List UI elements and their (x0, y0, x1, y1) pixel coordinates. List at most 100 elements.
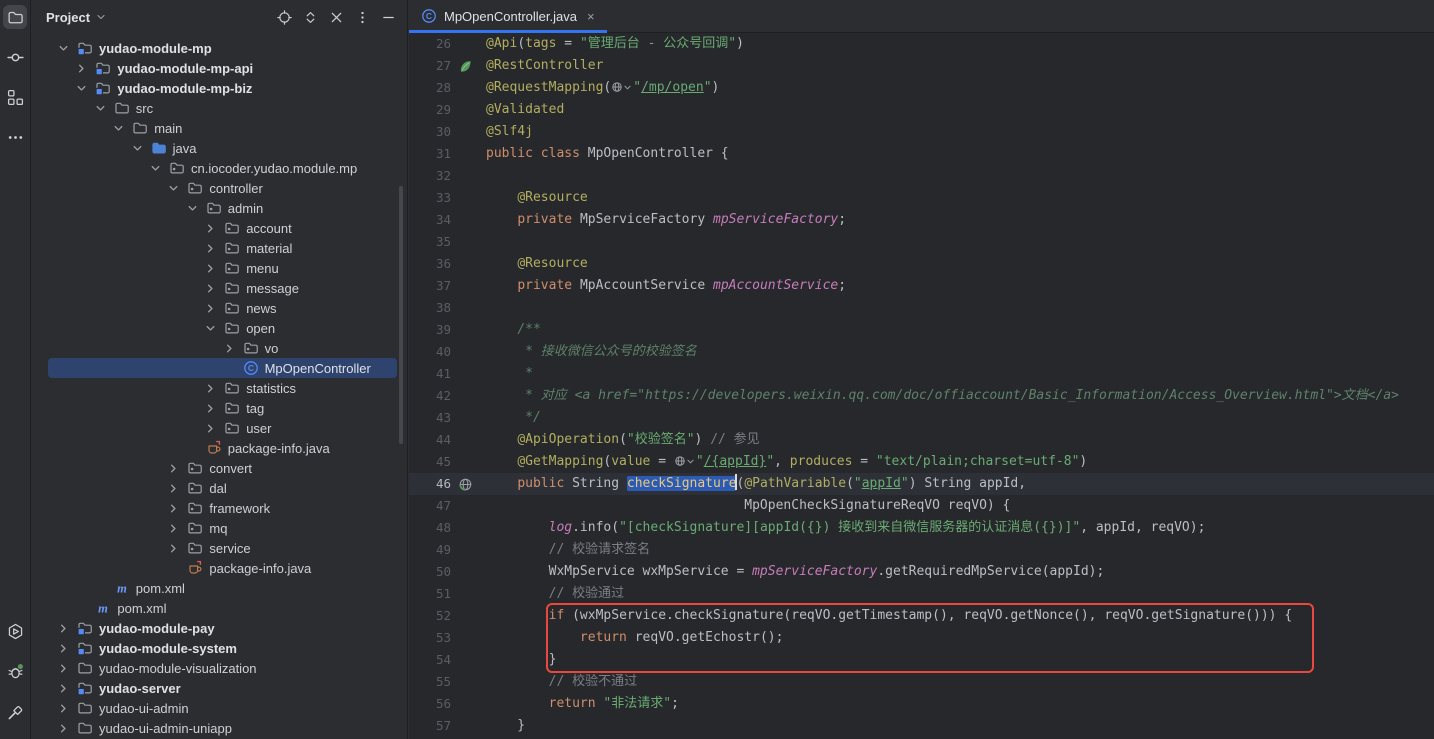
tree-item-controller[interactable]: controller (31, 178, 407, 198)
chevron-down-icon[interactable] (73, 80, 90, 96)
code-line-49[interactable]: 49 // 校验请求签名 (409, 539, 1434, 561)
minimize-icon[interactable] (377, 6, 399, 28)
code-line-51[interactable]: 51 // 校验通过 (409, 583, 1434, 605)
code-line-55[interactable]: 55 // 校验不通过 (409, 671, 1434, 693)
tree-item-news[interactable]: news (31, 298, 407, 318)
code-line-44[interactable]: 44 @ApiOperation("校验签名") // 参见 (409, 429, 1434, 451)
activity-more-tool-windows-button[interactable] (3, 125, 27, 149)
tree-item-convert[interactable]: convert (31, 458, 407, 478)
code-line-56[interactable]: 56 return "非法请求"; (409, 693, 1434, 715)
code-line-47[interactable]: 47 MpOpenCheckSignatureReqVO reqVO) { (409, 495, 1434, 517)
target-icon[interactable] (273, 6, 295, 28)
tree-item-yudao-module-mp[interactable]: yudao-module-mp (31, 38, 407, 58)
chevron-right-icon[interactable] (202, 400, 219, 416)
tree-item-statistics[interactable]: statistics (31, 378, 407, 398)
tree-scrollbar[interactable] (399, 186, 403, 444)
code-line-29[interactable]: 29@Validated (409, 99, 1434, 121)
gutter[interactable]: 28 (409, 77, 479, 99)
tree-item-yudao-module-mp-api[interactable]: yudao-module-mp-api (31, 58, 407, 78)
gutter[interactable]: 50 (409, 561, 479, 583)
code-line-53[interactable]: 53 return reqVO.getEchostr(); (409, 627, 1434, 649)
gutter[interactable]: 38 (409, 297, 479, 319)
code-line-36[interactable]: 36 @Resource (409, 253, 1434, 275)
chevron-right-icon[interactable] (55, 700, 72, 716)
chevron-right-icon[interactable] (165, 520, 182, 536)
code-line-34[interactable]: 34 private MpServiceFactory mpServiceFac… (409, 209, 1434, 231)
tree-item-pom-xml[interactable]: mpom.xml (31, 578, 407, 598)
kebab-icon[interactable] (351, 6, 373, 28)
tree-item-yudao-module-pay[interactable]: yudao-module-pay (31, 618, 407, 638)
activity-structure-button[interactable] (3, 85, 27, 109)
chevron-down-icon[interactable] (165, 180, 182, 196)
chevron-right-icon[interactable] (202, 280, 219, 296)
gutter[interactable]: 43 (409, 407, 479, 429)
gutter[interactable]: 54 (409, 649, 479, 671)
tree-item-yudao-module-visualization[interactable]: yudao-module-visualization (31, 658, 407, 678)
chevron-right-icon[interactable] (202, 260, 219, 276)
tree-item-package-info-java[interactable]: package-info.java (31, 558, 407, 578)
code-line-41[interactable]: 41 * (409, 363, 1434, 385)
code-line-57[interactable]: 57 } (409, 715, 1434, 737)
code-line-45[interactable]: 45 @GetMapping(value = "/{appId}", produ… (409, 451, 1434, 473)
code-line-48[interactable]: 48 log.info("[checkSignature][appId({}) … (409, 517, 1434, 539)
tree-item-dal[interactable]: dal (31, 478, 407, 498)
tree-item-message[interactable]: message (31, 278, 407, 298)
tree-item-framework[interactable]: framework (31, 498, 407, 518)
chevron-down-icon[interactable] (202, 320, 219, 336)
chevron-right-icon[interactable] (73, 60, 90, 76)
chevron-right-icon[interactable] (165, 480, 182, 496)
chevron-down-icon[interactable] (129, 140, 146, 156)
gutter[interactable]: 45 (409, 451, 479, 473)
gutter[interactable]: 55 (409, 671, 479, 693)
gutter[interactable]: 34 (409, 209, 479, 231)
gutter[interactable]: 46 (409, 473, 479, 495)
code-line-50[interactable]: 50 WxMpService wxMpService = mpServiceFa… (409, 561, 1434, 583)
tree-item-service[interactable]: service (31, 538, 407, 558)
tree-item-src[interactable]: src (31, 98, 407, 118)
chevron-right-icon[interactable] (55, 720, 72, 736)
chevron-right-icon[interactable] (202, 220, 219, 236)
code-editor[interactable]: 26@Api(tags = "管理后台 - 公众号回调")27@RestCont… (409, 33, 1434, 739)
url-globe-widget-icon[interactable] (611, 81, 631, 93)
code-line-54[interactable]: 54 } (409, 649, 1434, 671)
code-line-39[interactable]: 39 /** (409, 319, 1434, 341)
tree-item-pom-xml[interactable]: mpom.xml (31, 598, 407, 618)
code-line-43[interactable]: 43 */ (409, 407, 1434, 429)
activity-debug-button[interactable] (3, 659, 27, 683)
tree-item-java[interactable]: java (31, 138, 407, 158)
chevron-down-icon[interactable] (55, 40, 72, 56)
chevron-right-icon[interactable] (202, 380, 219, 396)
code-line-28[interactable]: 28@RequestMapping("/mp/open") (409, 77, 1434, 99)
chevron-right-icon[interactable] (221, 340, 238, 356)
code-line-42[interactable]: 42 * 对应 <a href="https://developers.weix… (409, 385, 1434, 407)
tree-item-yudao-server[interactable]: yudao-server (31, 678, 407, 698)
chevron-right-icon[interactable] (165, 500, 182, 516)
tree-item-tag[interactable]: tag (31, 398, 407, 418)
url-globe-widget-icon[interactable] (674, 455, 694, 467)
code-line-26[interactable]: 26@Api(tags = "管理后台 - 公众号回调") (409, 33, 1434, 55)
chevron-right-icon[interactable] (202, 420, 219, 436)
project-panel-title[interactable]: Project (46, 10, 90, 25)
chevron-down-icon[interactable] (95, 11, 107, 23)
code-line-46[interactable]: 46 public String checkSignature(@PathVar… (409, 473, 1434, 495)
tree-item-yudao-ui-admin[interactable]: yudao-ui-admin (31, 698, 407, 718)
chevron-right-icon[interactable] (55, 620, 72, 636)
gutter[interactable]: 51 (409, 583, 479, 605)
tree-item-account[interactable]: account (31, 218, 407, 238)
gutter[interactable]: 26 (409, 33, 479, 55)
chevron-right-icon[interactable] (165, 540, 182, 556)
gutter[interactable]: 56 (409, 693, 479, 715)
chevron-down-icon[interactable] (92, 100, 109, 116)
code-line-31[interactable]: 31public class MpOpenController { (409, 143, 1434, 165)
gutter[interactable]: 35 (409, 231, 479, 253)
gutter[interactable]: 30 (409, 121, 479, 143)
gutter[interactable]: 41 (409, 363, 479, 385)
gutter[interactable]: 44 (409, 429, 479, 451)
tree-item-menu[interactable]: menu (31, 258, 407, 278)
tree-item-open[interactable]: open (31, 318, 407, 338)
close-icon[interactable]: × (587, 9, 595, 24)
gutter[interactable]: 42 (409, 385, 479, 407)
gutter[interactable]: 49 (409, 539, 479, 561)
activity-commit-button[interactable] (3, 45, 27, 69)
tree-item-admin[interactable]: admin (31, 198, 407, 218)
